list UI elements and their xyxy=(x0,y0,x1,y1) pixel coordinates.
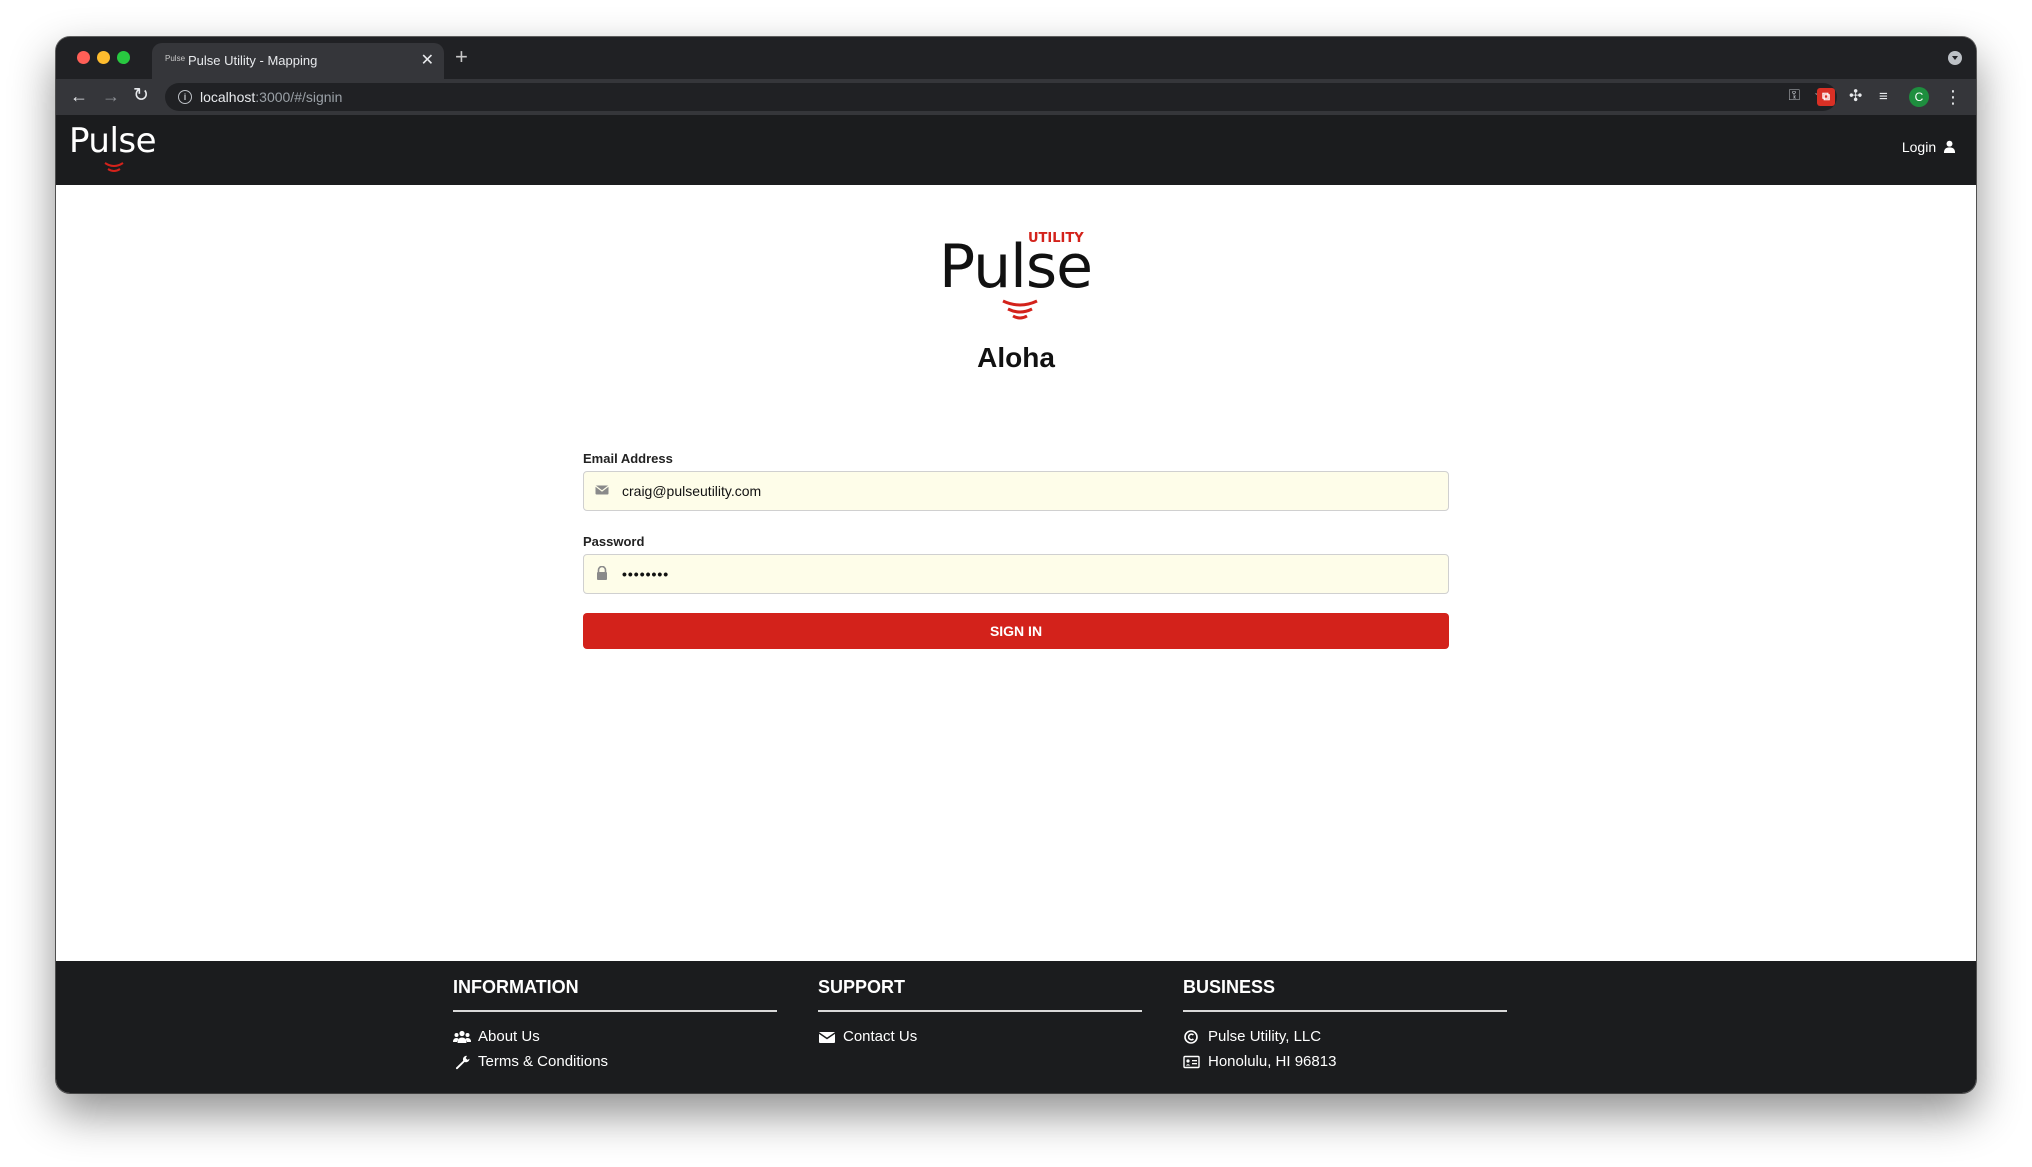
profile-avatar[interactable]: C xyxy=(1909,87,1929,107)
pulse-waves-icon xyxy=(104,162,124,172)
browser-toolbar: ← → ↻ i localhost:3000/#/signin ⚿ ☆ ⧉ ✣ … xyxy=(56,79,1976,115)
email-label: Email Address xyxy=(583,451,673,466)
about-us-link[interactable]: About Us xyxy=(453,1028,777,1045)
page-viewport: Pulse Login Pulse UTILITY Aloha Email Ad… xyxy=(56,115,1976,1093)
lock-icon xyxy=(597,566,607,580)
maximize-window-button[interactable] xyxy=(117,51,130,64)
forward-arrow-icon[interactable]: → xyxy=(102,85,120,107)
key-icon[interactable]: ⚿ xyxy=(1789,87,1800,104)
address-bar[interactable]: i localhost:3000/#/signin ⚿ ☆ xyxy=(165,83,1837,111)
copyright-icon xyxy=(1184,1029,1198,1044)
tab-title: Pulse Utility - Mapping xyxy=(188,53,318,68)
new-tab-button[interactable]: + xyxy=(455,46,468,68)
svg-text:UTILITY: UTILITY xyxy=(1028,231,1084,246)
email-field[interactable]: craig@pulseutility.com xyxy=(583,471,1449,511)
browser-window: Pulse Pulse Utility - Mapping ✕ + ← → ↻ … xyxy=(56,37,1976,1093)
signin-form: Email Address craig@pulseutility.com Pas… xyxy=(583,451,1449,649)
minimize-window-button[interactable] xyxy=(97,51,110,64)
wrench-icon xyxy=(455,1055,470,1069)
reading-list-icon[interactable]: ≡ xyxy=(1879,88,1897,106)
envelope-icon xyxy=(595,485,609,495)
extension-red-icon[interactable]: ⧉ xyxy=(1817,88,1835,106)
navbar-logo[interactable]: Pulse xyxy=(69,121,157,172)
footer-business: BUSINESS Pulse Utility, LLC Honolulu, HI… xyxy=(1183,977,1507,1070)
envelope-icon xyxy=(818,1031,836,1043)
browser-menu-icon[interactable]: ⋮ xyxy=(1944,88,1962,106)
password-field[interactable]: •••••••• xyxy=(583,554,1449,594)
footer-support-heading: SUPPORT xyxy=(818,977,1142,1012)
footer-support: SUPPORT Contact Us xyxy=(818,977,1142,1045)
app-navbar: Pulse Login xyxy=(56,115,1976,185)
reload-icon[interactable]: ↻ xyxy=(133,85,149,107)
tab-strip: Pulse Pulse Utility - Mapping ✕ + xyxy=(56,37,1976,79)
footer-business-heading: BUSINESS xyxy=(1183,977,1507,1012)
email-input[interactable]: craig@pulseutility.com xyxy=(622,472,1422,510)
site-footer: INFORMATION About Us Terms & Conditions xyxy=(56,961,1976,1093)
user-icon xyxy=(1943,140,1956,153)
pulse-utility-logo: Pulse UTILITY xyxy=(939,231,1093,320)
password-label: Password xyxy=(583,534,645,549)
tab-close-icon[interactable]: ✕ xyxy=(421,50,434,70)
url-text: localhost:3000/#/signin xyxy=(200,89,343,105)
footer-information: INFORMATION About Us Terms & Conditions xyxy=(453,977,777,1070)
page-title: Aloha xyxy=(977,342,1055,373)
close-window-button[interactable] xyxy=(77,51,90,64)
company-address: Honolulu, HI 96813 xyxy=(1183,1053,1507,1070)
sign-in-button[interactable]: SIGN IN xyxy=(583,613,1449,649)
terms-link[interactable]: Terms & Conditions xyxy=(453,1053,777,1070)
contact-us-link[interactable]: Contact Us xyxy=(818,1028,1142,1045)
extensions-puzzle-icon[interactable]: ✣ xyxy=(1849,88,1867,106)
address-card-icon xyxy=(1183,1055,1200,1068)
tab-favicon-icon: Pulse xyxy=(165,54,186,63)
tab-active[interactable]: Pulse Pulse Utility - Mapping ✕ xyxy=(152,43,444,79)
users-icon xyxy=(453,1030,471,1043)
login-link[interactable]: Login xyxy=(1902,139,1956,155)
company-name: Pulse Utility, LLC xyxy=(1183,1028,1507,1045)
site-info-icon[interactable]: i xyxy=(178,90,192,104)
tab-search-icon[interactable] xyxy=(1948,51,1962,65)
back-arrow-icon[interactable]: ← xyxy=(70,85,88,107)
password-input[interactable]: •••••••• xyxy=(622,555,1422,593)
footer-information-heading: INFORMATION xyxy=(453,977,777,1012)
